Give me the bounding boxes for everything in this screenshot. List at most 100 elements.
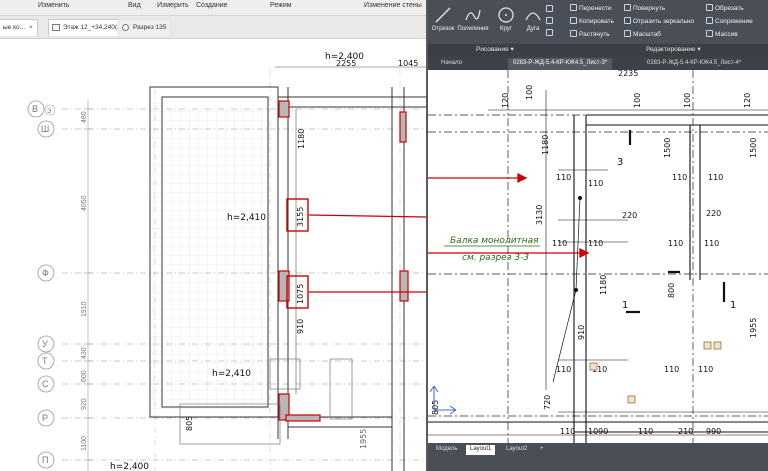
floor-plan-icon: [52, 24, 60, 31]
ac-dim-3130: 3130: [535, 205, 544, 225]
view-tab-section[interactable]: Разрез 135: [118, 19, 172, 36]
ac-dim-1180b: 1180: [599, 275, 608, 295]
close-icon[interactable]: ×: [29, 24, 33, 31]
axis-label: У: [42, 339, 48, 349]
dim-1180: 1180: [297, 129, 306, 149]
polyline-tool[interactable]: Полилиния: [457, 4, 489, 34]
trim-icon: [706, 4, 713, 11]
revit-drawing-canvas[interactable]: В Э Ш Ф У Т С Р П 480 4050 1910 430 600 …: [0, 39, 426, 471]
autocad-ribbon: Отрезок Полилиния Круг Дуга Перенести Ко…: [428, 0, 768, 56]
mirror-tool[interactable]: Отразить зеркально: [624, 17, 694, 25]
ac-dim-110l: 110: [698, 365, 713, 374]
ac-dim-110g: 110: [668, 239, 683, 248]
axis-label: Р: [42, 413, 48, 423]
doc-tab-sheet3[interactable]: 0283-Р-ЖД-5.4-КР-КЖ4.5_Лист-3*: [508, 58, 613, 70]
fillet-icon: [706, 17, 713, 24]
axis-label: В: [32, 104, 38, 114]
ribbon-panel-bar: Рисование ▾ Редактирование ▾: [428, 44, 768, 56]
ac-dim-110c: 110: [672, 173, 687, 182]
rotate-tool[interactable]: Повернуть: [624, 4, 665, 12]
polyline-icon: [465, 9, 481, 21]
scale-tool[interactable]: Масштаб: [624, 30, 661, 38]
ac-dim-110b: 110: [588, 179, 603, 188]
revit-drawing: В Э Ш Ф У Т С Р П 480 4050 1910 430 600 …: [27, 52, 426, 471]
section-mark-1a: 1: [622, 300, 628, 311]
view-tab-1[interactable]: ые ко... ×: [0, 19, 38, 36]
dim-2255: 2255: [336, 59, 356, 68]
menu-create[interactable]: Создание: [196, 2, 228, 9]
panel-draw-title[interactable]: Рисование ▾: [476, 45, 514, 53]
region-tool[interactable]: [546, 29, 555, 37]
revit-view-tabs: ые ко... × Этаж 12_+34,240(1) Разрез 135: [0, 16, 426, 39]
panel-modify-title[interactable]: Редактирование ▾: [646, 45, 701, 53]
fillet-tool[interactable]: Сопряжение: [706, 17, 753, 25]
dim-805: 805: [185, 416, 194, 431]
view-tab-floor[interactable]: Этаж 12_+34,240(1): [48, 19, 128, 36]
ac-walls: [428, 114, 768, 443]
array-icon: [706, 30, 713, 37]
desktop-screenshot: Изменить Вид Измерить Создание Режим Изм…: [0, 0, 768, 471]
move-icon: [570, 4, 577, 11]
ac-dim-805: 805: [431, 400, 440, 415]
copy-tool[interactable]: Копировать: [570, 17, 614, 25]
ac-dim-120: 120: [501, 93, 510, 108]
axis-dim-430: 430: [81, 347, 88, 359]
ac-dim-110n: 110: [638, 427, 653, 436]
section-mark-3: 3: [617, 157, 623, 168]
add-layout-button[interactable]: +: [536, 445, 548, 455]
ac-dim-110a: 110: [556, 173, 571, 182]
polyline-tool-label: Полилиния: [457, 26, 489, 32]
autocad-doc-tabs: Начало 0283-Р-ЖД-5.4-КР-КЖ4.5_Лист-3* 02…: [428, 56, 768, 70]
stretch-label: Растянуть: [579, 31, 610, 38]
circle-icon: [498, 7, 514, 23]
layout-tab-bar: Модель Layout1 Layout2 +: [428, 443, 768, 471]
array-tool[interactable]: Массив: [706, 30, 738, 38]
doc-tab-sheet4[interactable]: 0283-Р-ЖД-5.4-КР-КЖ4.5_Лист-4*: [642, 58, 746, 70]
annotation-h-low: h=2,410: [212, 369, 251, 379]
doc-tab-start[interactable]: Начало: [436, 58, 467, 70]
rectangle-tool[interactable]: [546, 5, 555, 13]
layout-tab-model[interactable]: Модель: [432, 445, 462, 455]
hatch-icon: [546, 17, 553, 24]
axis-dim-480: 480: [81, 111, 88, 123]
ac-dim-110h: 110: [704, 239, 719, 248]
menu-measure[interactable]: Измерить: [157, 2, 189, 9]
section-view-icon: [122, 24, 129, 31]
dim-1075: 1075: [296, 284, 305, 304]
fillet-label: Сопряжение: [715, 18, 753, 25]
stretch-tool[interactable]: Растянуть: [570, 30, 610, 38]
ac-dim-910: 910: [577, 325, 586, 340]
axis-dim-920: 920: [81, 398, 88, 410]
scale-icon: [624, 30, 631, 37]
axis-label: П: [42, 455, 48, 465]
ac-dim-800: 800: [667, 283, 676, 298]
layout-tab-layout2[interactable]: Layout2: [502, 445, 531, 455]
dim-1045: 1045: [398, 59, 418, 68]
rotate-label: Повернуть: [633, 5, 666, 12]
ac-dim-110f: 110: [588, 239, 603, 248]
autocad-drawing-area[interactable]: 120 100 2235 100 100 120 1180 1500 1500 …: [428, 70, 768, 443]
line-tool[interactable]: Отрезок: [428, 4, 458, 34]
hatch-tool[interactable]: [546, 17, 555, 25]
ac-dim-100: 100: [525, 85, 534, 100]
ac-dim-220b: 220: [706, 209, 721, 218]
move-tool[interactable]: Перенести: [570, 4, 612, 12]
trim-tool[interactable]: Обрезать: [706, 4, 744, 12]
rectangle-icon: [546, 5, 553, 12]
ac-dim-110d: 110: [708, 173, 723, 182]
axis-bubbles: В Э Ш Ф У Т С Р П: [27, 100, 56, 469]
ac-dim-1090: 1090: [588, 427, 608, 436]
ac-dim-990: 990: [706, 427, 721, 436]
autocad-window: Отрезок Полилиния Круг Дуга Перенести Ко…: [426, 0, 768, 471]
menu-modify[interactable]: Изменить: [38, 2, 70, 9]
autocad-drawing: 120 100 2235 100 100 120 1180 1500 1500 …: [428, 70, 768, 443]
menu-modify-wall[interactable]: Изменение стены: [364, 2, 422, 9]
line-tool-label: Отрезок: [431, 26, 455, 32]
menu-view[interactable]: Вид: [128, 2, 141, 9]
dim-1955: 1955: [359, 429, 368, 449]
axis-label: Ш: [41, 124, 49, 134]
layout-tab-layout1[interactable]: Layout1: [466, 445, 496, 455]
annotation-h-mid: h=2,410: [227, 213, 266, 223]
menu-mode[interactable]: Режим: [270, 2, 292, 9]
arc-tool[interactable]: Дуга: [518, 4, 548, 34]
